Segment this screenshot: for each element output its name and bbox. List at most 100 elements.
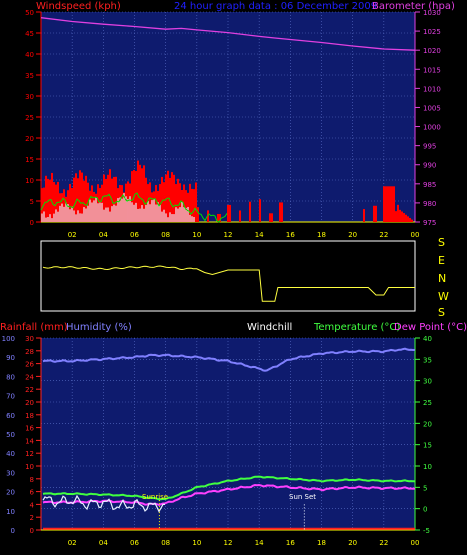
rainfall-tick-label: 24 [25, 373, 34, 381]
wind-x-tick-label: 18 [317, 231, 326, 239]
rainfall-tick-label: 26 [25, 361, 34, 369]
env-x-tick-label: 08 [161, 539, 170, 547]
humidity-tick-label: 50 [6, 431, 15, 439]
humidity-axis-title: Humidity (%) [66, 322, 132, 333]
temperature-tick-label: 30 [423, 378, 432, 386]
windchill-legend: Windchill [247, 322, 292, 333]
wind-x-tick-label: 00 [411, 231, 420, 239]
barometer-tick-label: 1020 [423, 47, 441, 55]
rainfall-tick-label: 4 [30, 501, 35, 509]
wind-dir-letter-n: N [438, 272, 446, 285]
rainfall-tick-label: 10 [25, 463, 34, 471]
temperature-tick-label: -5 [423, 527, 430, 535]
wind-dir-letter-s-bottom: S [438, 306, 445, 319]
windspeed-tick-label: 50 [25, 9, 34, 17]
humidity-tick-label: 100 [2, 335, 15, 343]
wind-direction-frame [40, 240, 416, 312]
wind-barometer-plot: 0510152025303540455097598098599099510001… [25, 9, 441, 239]
env-x-tick-label: 10 [192, 539, 201, 547]
windspeed-tick-label: 40 [25, 51, 34, 59]
barometer-tick-label: 1030 [423, 9, 441, 17]
env-x-tick-label: 20 [348, 539, 357, 547]
temperature-tick-label: 5 [423, 484, 427, 492]
barometer-tick-label: 1015 [423, 66, 441, 74]
wind-x-tick-label: 08 [161, 231, 170, 239]
env-x-tick-label: 16 [286, 539, 295, 547]
weather-graph-page: Windspeed (kph) 24 hour graph data : 06 … [0, 0, 467, 555]
humidity-tick-label: 0 [11, 527, 15, 535]
env-x-tick-label: 00 [411, 539, 420, 547]
humidity-tick-label: 40 [6, 450, 15, 458]
wind-x-tick-label: 16 [286, 231, 295, 239]
rainfall-tick-label: 6 [30, 489, 35, 497]
humidity-tick-label: 30 [6, 469, 15, 477]
rainfall-axis-title: Rainfall (mm) [0, 322, 68, 333]
temperature-tick-label: 15 [423, 442, 432, 450]
rainfall-tick-label: 30 [25, 335, 34, 343]
wind-x-tick-label: 14 [255, 231, 264, 239]
barometer-tick-label: 985 [423, 181, 436, 189]
windspeed-tick-label: 0 [30, 219, 34, 227]
rainfall-tick-label: 20 [25, 399, 34, 407]
wind-dir-letter-w: W [438, 290, 449, 303]
barometer-tick-label: 1005 [423, 104, 441, 112]
windspeed-tick-label: 15 [25, 156, 34, 164]
barometer-tick-label: 990 [423, 162, 436, 170]
rainfall-tick-label: 22 [25, 386, 34, 394]
wind-x-tick-label: 04 [99, 231, 108, 239]
windspeed-tick-label: 30 [25, 93, 34, 101]
wind-x-tick-label: 06 [130, 231, 139, 239]
humidity-tick-label: 70 [6, 393, 15, 401]
wind-x-tick-label: 20 [348, 231, 357, 239]
humidity-tick-label: 80 [6, 373, 15, 381]
sunset-annotation: Sun Set [289, 493, 316, 501]
temperature-axis-title: Temperature (°C) [313, 322, 400, 333]
windspeed-tick-label: 10 [25, 177, 34, 185]
windspeed-tick-label: 35 [25, 72, 34, 80]
env-x-tick-label: 04 [99, 539, 108, 547]
temperature-tick-label: 35 [423, 356, 432, 364]
rainfall-tick-label: 14 [25, 437, 34, 445]
rainfall-tick-label: 8 [30, 476, 34, 484]
graph-title: 24 hour graph data : 06 December 2009 [174, 1, 377, 12]
windspeed-axis-title: Windspeed (kph) [36, 1, 121, 12]
windspeed-tick-label: 5 [30, 198, 34, 206]
wind-x-tick-label: 22 [379, 231, 388, 239]
wind-dir-letter-s-top: S [438, 236, 445, 249]
env-x-tick-label: 02 [68, 539, 77, 547]
barometer-tick-label: 995 [423, 143, 436, 151]
wind-x-tick-label: 02 [68, 231, 77, 239]
sunrise-annotation: Sunrise [142, 493, 168, 501]
windspeed-tick-label: 20 [25, 135, 34, 143]
windspeed-tick-label: 25 [25, 114, 34, 122]
barometer-axis-title: Barometer (hpa) [372, 1, 455, 12]
temperature-tick-label: 10 [423, 463, 432, 471]
humidity-tick-label: 60 [6, 412, 15, 420]
rainfall-tick-label: 12 [25, 450, 34, 458]
wind-direction-plot [40, 240, 416, 312]
rainfall-tick-label: 16 [25, 425, 34, 433]
humidity-tick-label: 90 [6, 354, 15, 362]
temperature-humidity-plot: 0102030405060708090100024681012141618202… [2, 335, 432, 547]
rainfall-tick-label: 0 [30, 527, 34, 535]
humidity-tick-label: 10 [6, 508, 15, 516]
env-x-tick-label: 14 [255, 539, 264, 547]
barometer-tick-label: 980 [423, 200, 436, 208]
windspeed-tick-label: 45 [25, 30, 34, 38]
env-x-tick-label: 12 [224, 539, 233, 547]
dewpoint-axis-title: Dew Point (°C) [394, 322, 467, 333]
weather-graph-canvas: Windspeed (kph) 24 hour graph data : 06 … [0, 0, 467, 555]
wind-dir-letter-e: E [438, 254, 445, 267]
temperature-tick-label: 20 [423, 420, 432, 428]
rainfall-tick-label: 28 [25, 348, 34, 356]
temperature-tick-label: 40 [423, 335, 432, 343]
humidity-tick-label: 20 [6, 489, 15, 497]
env-x-tick-label: 18 [317, 539, 326, 547]
barometer-tick-label: 1000 [423, 124, 441, 132]
env-x-tick-label: 22 [379, 539, 388, 547]
barometer-tick-label: 1025 [423, 28, 441, 36]
env-x-tick-label: 06 [130, 539, 139, 547]
wind-x-tick-label: 12 [224, 231, 233, 239]
temperature-tick-label: 25 [423, 399, 432, 407]
wind-x-tick-label: 10 [192, 231, 201, 239]
